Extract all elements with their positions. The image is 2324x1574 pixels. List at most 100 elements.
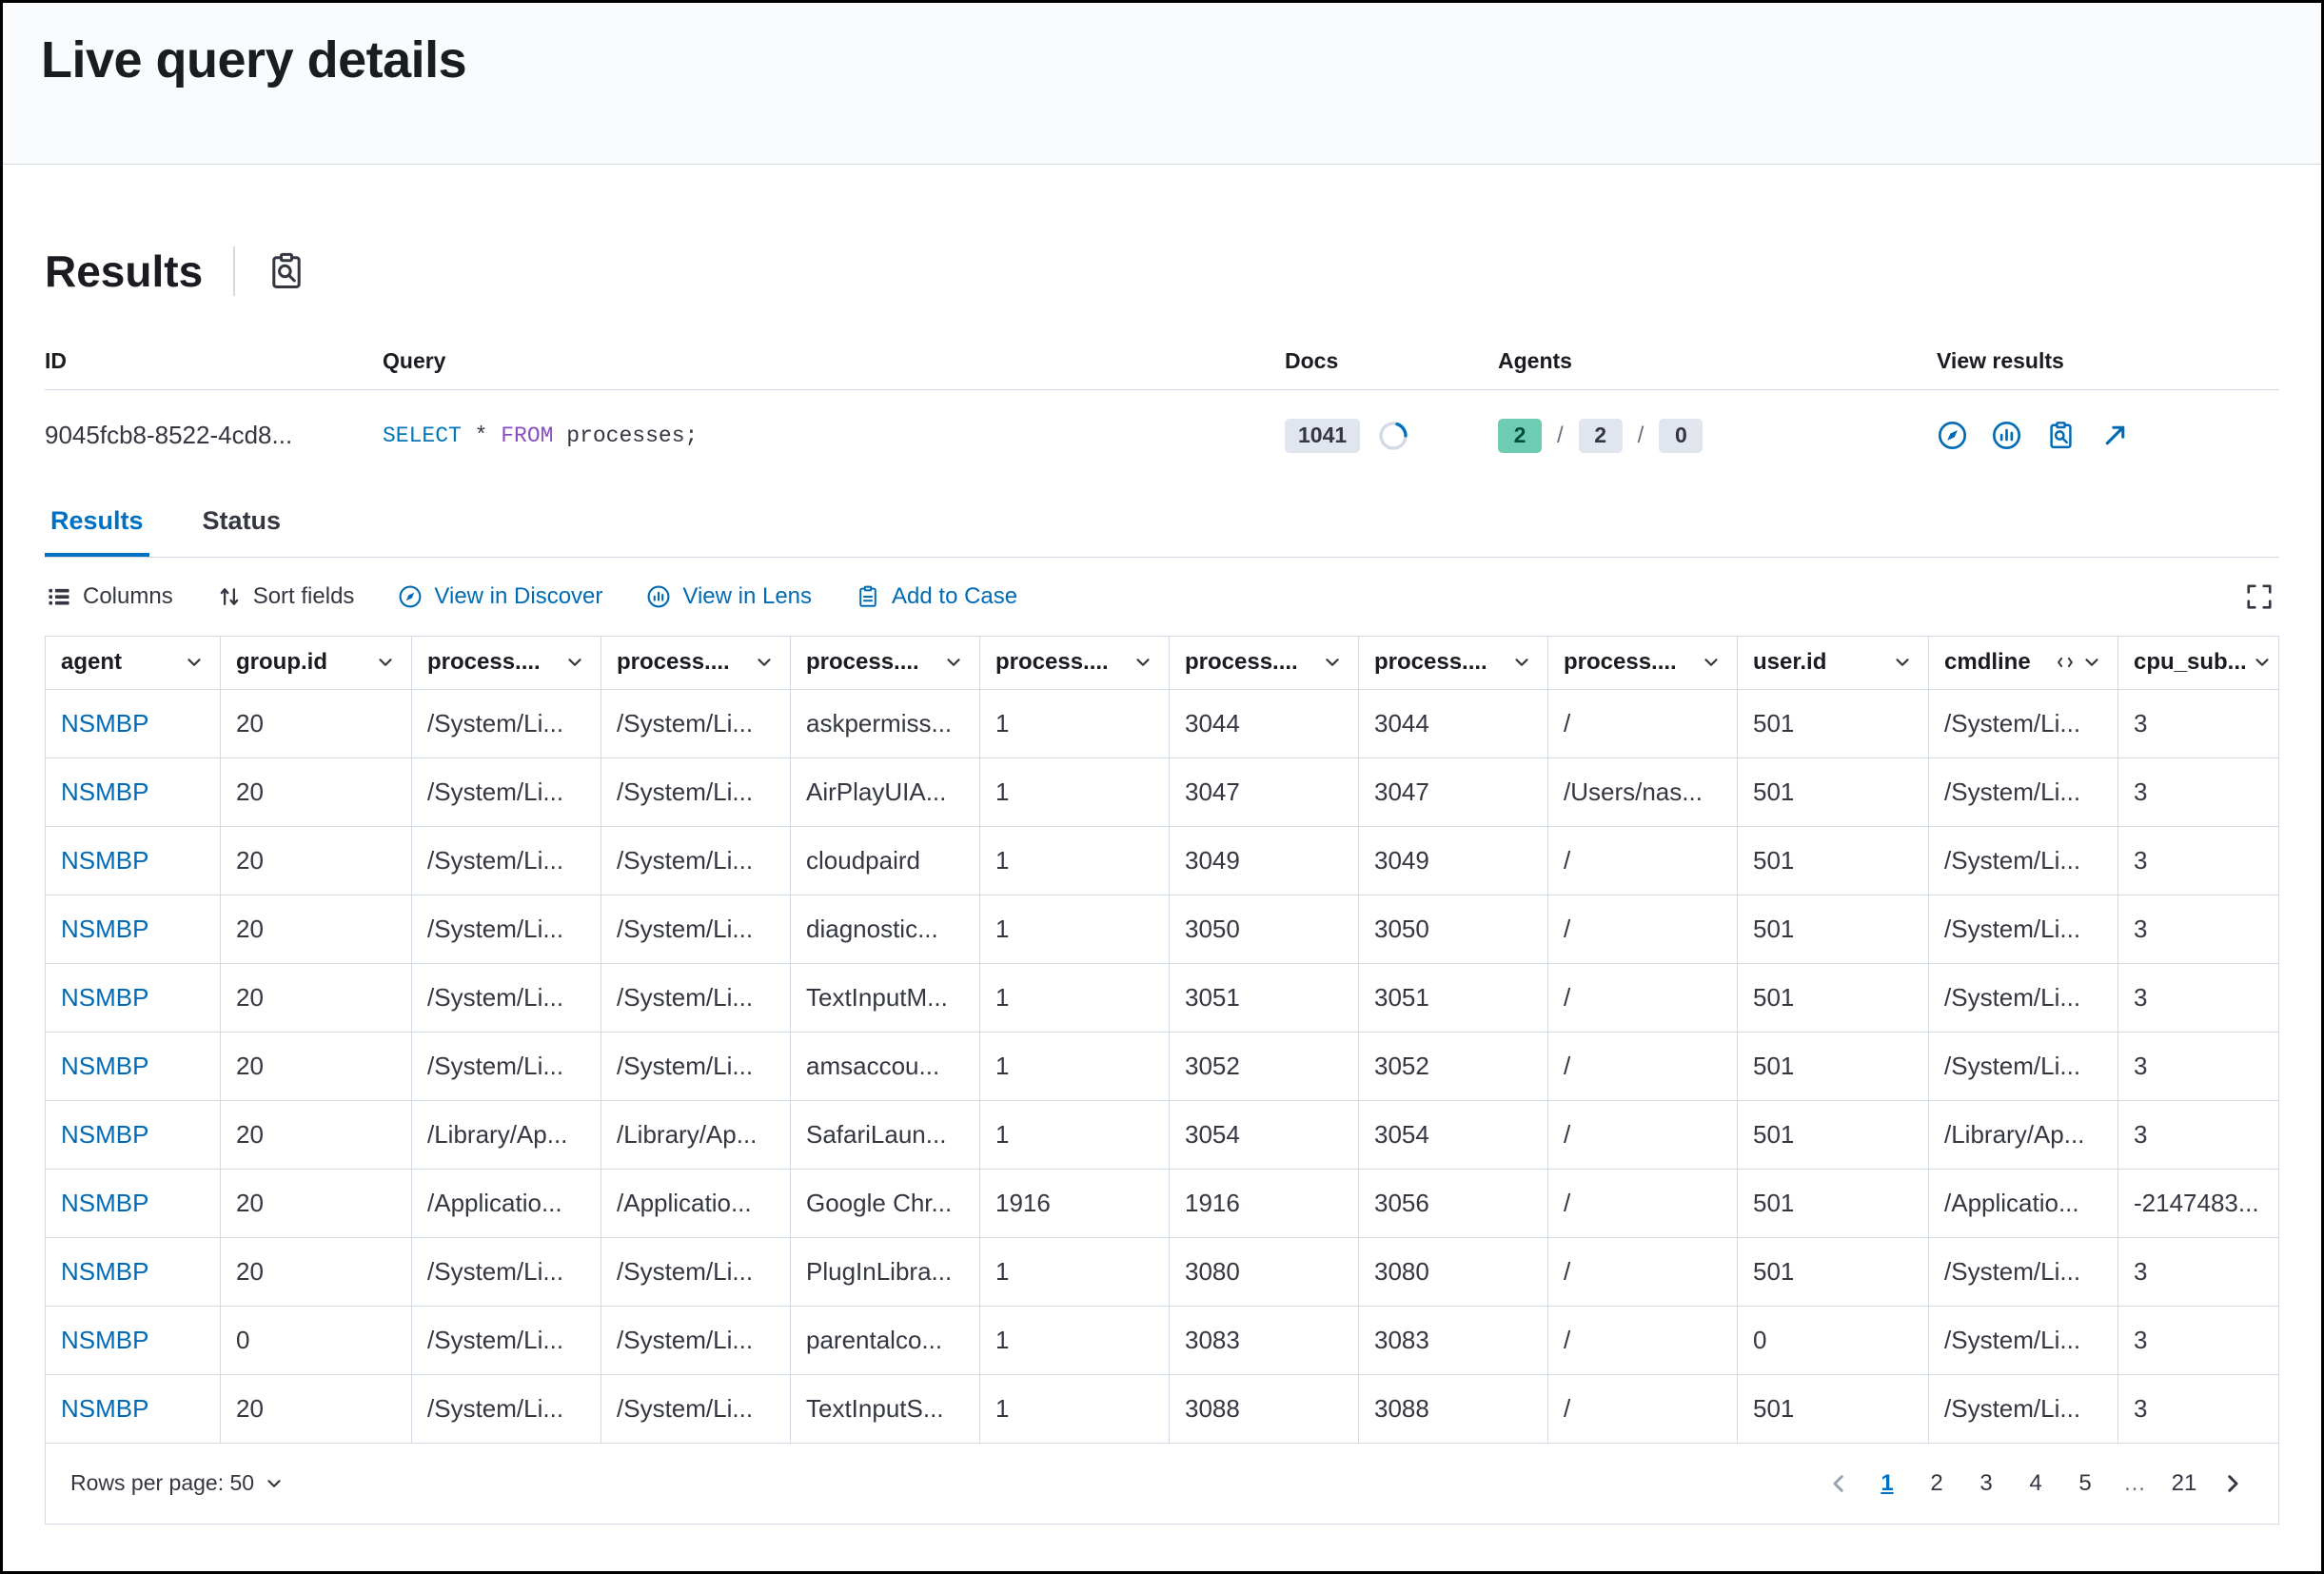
grid-cell: /Applicatio... [412,1170,601,1238]
agent-link-cell[interactable]: NSMBP [46,1307,221,1375]
agent-link-cell[interactable]: NSMBP [46,690,221,758]
grid-cell: 3 [2118,827,2279,895]
column-header-10[interactable]: user.id [1738,637,1929,690]
grid-cell: 1 [980,1238,1170,1307]
grid-toolbar: Columns Sort fields View in Discover Vie… [45,558,2279,636]
grid-cell: 3 [2118,895,2279,964]
grid-cell: /System/Li... [1929,758,2118,827]
open-details-icon[interactable] [2099,420,2131,451]
live-query-details-page: Live query details Results ID Query Docs… [0,0,2324,1574]
grid-cell: 3 [2118,1101,2279,1170]
page-button-3[interactable]: 3 [1964,1463,2008,1505]
grid-body: NSMBP20/System/Li.../System/Li...askperm… [46,690,2278,1444]
grid-cell: 3088 [1359,1375,1548,1444]
agent-link-cell[interactable]: NSMBP [46,1033,221,1101]
page-content: Results ID Query Docs Agents View result… [3,246,2321,1525]
column-header-4[interactable]: process.... [601,637,791,690]
page-button-1[interactable]: 1 [1865,1463,1909,1505]
table-row: NSMBP20/System/Li.../System/Li...askperm… [46,690,2278,758]
add-to-case-button[interactable]: Add to Case [856,583,1017,610]
column-header-label: user.id [1753,649,1886,676]
columns-button[interactable]: Columns [47,583,173,610]
grid-cell: 20 [221,964,412,1033]
grid-cell: 3 [2118,690,2279,758]
rows-per-page-button[interactable]: Rows per page: 50 [70,1470,285,1496]
inspect-results-icon[interactable] [266,250,307,292]
sort-fields-label: Sort fields [253,583,355,610]
view-in-discover-icon[interactable] [1937,420,1968,451]
grid-cell: 3056 [1359,1170,1548,1238]
grid-cell: amsaccou... [791,1033,980,1101]
column-header-6[interactable]: process.... [980,637,1170,690]
grid-cell: /Applicatio... [601,1170,791,1238]
table-row: NSMBP20/System/Li.../System/Li...amsacco… [46,1033,2278,1101]
sort-fields-button[interactable]: Sort fields [217,583,355,610]
previous-page-button[interactable] [1818,1463,1860,1505]
agent-link-cell[interactable]: NSMBP [46,1170,221,1238]
page-button-4[interactable]: 4 [2014,1463,2058,1505]
grid-cell: 0 [221,1307,412,1375]
grid-cell: 1 [980,1101,1170,1170]
grid-cell: /System/Li... [601,895,791,964]
agent-link-cell[interactable]: NSMBP [46,1375,221,1444]
table-row: NSMBP0/System/Li.../System/Li...parental… [46,1307,2278,1375]
grid-cell: /System/Li... [1929,1238,2118,1307]
column-header-3[interactable]: process.... [412,637,601,690]
view-in-lens-icon[interactable] [1991,420,2022,451]
grid-cell: /System/Li... [601,1375,791,1444]
grid-cell: 3 [2118,1307,2279,1375]
tab-status[interactable]: Status [197,485,287,557]
column-header-12[interactable]: cpu_sub... [2118,637,2279,690]
grid-cell: / [1548,1101,1738,1170]
tab-results[interactable]: Results [45,485,149,557]
page-button-21[interactable]: 21 [2162,1463,2206,1505]
grid-cell: /Users/nas... [1548,758,1738,827]
column-header-5[interactable]: process.... [791,637,980,690]
grid-cell: diagnostic... [791,895,980,964]
view-in-lens-button[interactable]: View in Lens [646,583,812,610]
chevron-down-icon [754,652,775,673]
grid-cell: 20 [221,1170,412,1238]
grid-cell: 501 [1738,1238,1929,1307]
summary-header-id: ID [45,348,383,374]
agent-link-cell[interactable]: NSMBP [46,895,221,964]
agent-link-cell[interactable]: NSMBP [46,1101,221,1170]
table-row: NSMBP20/System/Li.../System/Li...TextInp… [46,964,2278,1033]
column-header-7[interactable]: process.... [1170,637,1359,690]
grid-cell: 1916 [980,1170,1170,1238]
grid-cell: 3047 [1359,758,1548,827]
next-page-button[interactable] [2212,1463,2254,1505]
grid-cell: 1916 [1170,1170,1359,1238]
grid-cell: 1 [980,895,1170,964]
grid-cell: / [1548,964,1738,1033]
fullscreen-icon[interactable] [2245,582,2274,611]
view-in-discover-button[interactable]: View in Discover [398,583,602,610]
chevron-down-icon [2252,652,2273,673]
column-header-1[interactable]: agent [46,637,221,690]
column-header-11[interactable]: cmdline [1929,637,2118,690]
view-results-details-icon[interactable] [2045,420,2077,451]
results-heading-row: Results [45,246,2279,297]
page-button-2[interactable]: 2 [1915,1463,1959,1505]
grid-cell: 20 [221,895,412,964]
column-header-8[interactable]: process.... [1359,637,1548,690]
loading-spinner-icon [1373,415,1414,456]
grid-cell: /Library/Ap... [412,1101,601,1170]
chevron-down-icon [184,652,205,673]
grid-cell: /System/Li... [601,690,791,758]
page-number-list: 12345…21 [1865,1463,2206,1505]
agent-link-cell[interactable]: NSMBP [46,1238,221,1307]
agent-link-cell[interactable]: NSMBP [46,827,221,895]
column-header-label: process.... [806,649,937,676]
grid-cell: 3051 [1359,964,1548,1033]
grid-cell: 3 [2118,1238,2279,1307]
page-button-5[interactable]: 5 [2063,1463,2107,1505]
docs-cell: 1041 [1285,419,1498,453]
column-header-9[interactable]: process.... [1548,637,1738,690]
agent-link-cell[interactable]: NSMBP [46,758,221,827]
chevron-down-icon [1892,652,1913,673]
column-header-2[interactable]: group.id [221,637,412,690]
agent-link-cell[interactable]: NSMBP [46,964,221,1033]
grid-cell: 20 [221,1101,412,1170]
grid-cell: /System/Li... [601,964,791,1033]
